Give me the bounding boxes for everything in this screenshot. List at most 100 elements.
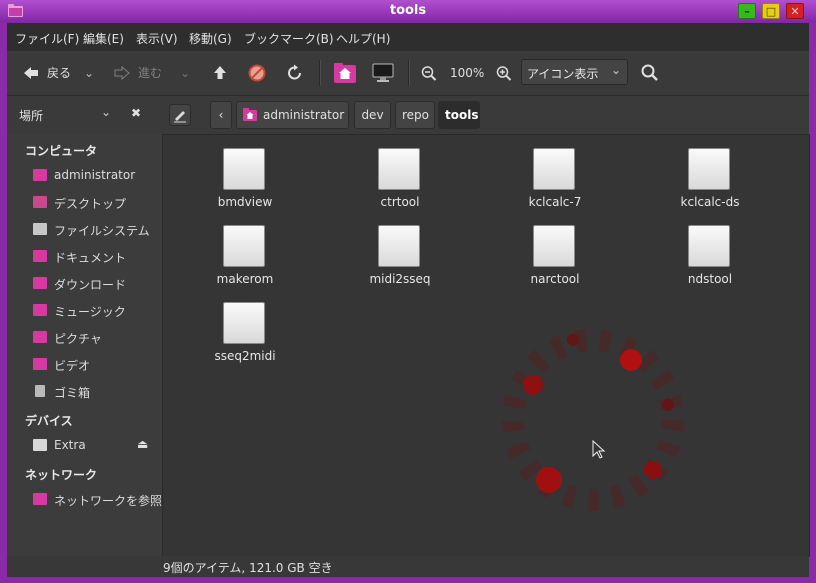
window-title: tools — [389, 3, 427, 18]
home-icon[interactable] — [333, 61, 357, 85]
toolbar-separator — [319, 60, 321, 86]
file-name: narctool — [530, 272, 580, 286]
menu-bookmarks[interactable]: ブックマーク(B) — [244, 30, 334, 47]
sidebar-item-label: デスクトップ — [54, 197, 127, 211]
executable-file-icon — [533, 148, 575, 190]
executable-file-icon — [378, 148, 420, 190]
sidebar-item-label: ダウンロード — [54, 278, 127, 292]
section-network: ネットワーク — [25, 468, 98, 482]
view-mode-select[interactable]: アイコン表示 ⌄ — [521, 59, 628, 85]
sidebar-item-label: ネットワークを参照 — [54, 494, 163, 508]
executable-file-icon — [533, 225, 575, 267]
file-name: sseq2midi — [214, 349, 276, 363]
sidebar-mode-label[interactable]: 場所 — [19, 107, 43, 124]
drive-icon — [33, 439, 47, 451]
chevron-down-icon: ⌄ — [610, 63, 621, 77]
close-button[interactable]: ✕ — [786, 3, 804, 19]
menu-help[interactable]: ヘルプ(H) — [336, 30, 390, 47]
file-name: midi2sseq — [369, 272, 431, 286]
downloads-folder-icon — [33, 277, 47, 289]
zoom-in-icon[interactable] — [496, 63, 512, 83]
crumb-dev[interactable]: dev — [354, 101, 391, 129]
titlebar[interactable]: tools – □ ✕ — [0, 0, 816, 23]
up-arrow-icon[interactable] — [212, 63, 228, 83]
back-arrow-icon — [24, 67, 38, 79]
sidebar-item-label: ピクチャ — [54, 332, 102, 346]
file-item[interactable]: makerom — [183, 225, 303, 297]
menu-go[interactable]: 移動(G) — [189, 30, 232, 47]
file-item[interactable]: ndstool — [648, 225, 768, 297]
eject-icon[interactable]: ⏏ — [137, 437, 148, 451]
sidebar-item-label: ドキュメント — [54, 251, 127, 265]
view-mode-value: アイコン表示 — [527, 67, 599, 81]
window-body: ファイル(F) 編集(E) 表示(V) 移動(G) ブックマーク(B) ヘルプ(… — [7, 23, 810, 577]
computer-icon[interactable] — [371, 61, 395, 85]
crumb-label: repo — [402, 108, 430, 122]
file-item[interactable]: kclcalc-7 — [493, 148, 613, 220]
search-icon[interactable] — [640, 63, 660, 83]
file-item[interactable]: kclcalc-ds — [648, 148, 768, 220]
executable-file-icon — [223, 302, 265, 344]
desktop-icon — [33, 196, 47, 208]
sidebar-item-label: ゴミ箱 — [54, 386, 91, 400]
crumb-repo[interactable]: repo — [395, 101, 435, 129]
forward-arrow-icon — [114, 66, 130, 80]
back-dropdown-icon[interactable]: ⌄ — [84, 63, 94, 83]
home-folder-icon — [243, 108, 257, 121]
sidebar-item-label: ミュージック — [54, 305, 126, 319]
menu-view[interactable]: 表示(V) — [136, 30, 178, 47]
edit-location-icon[interactable] — [169, 104, 191, 126]
file-item[interactable]: midi2sseq — [338, 225, 458, 297]
file-item[interactable]: ctrtool — [338, 148, 458, 220]
file-item[interactable]: bmdview — [183, 148, 303, 220]
section-devices: デバイス — [25, 414, 73, 428]
filesystem-icon — [33, 223, 47, 235]
menubar: ファイル(F) 編集(E) 表示(V) 移動(G) ブックマーク(B) ヘルプ(… — [7, 23, 809, 51]
file-name: ndstool — [687, 272, 733, 286]
sidebar-item-label: ビデオ — [54, 359, 91, 373]
executable-file-icon — [688, 225, 730, 267]
menu-edit[interactable]: 編集(E) — [83, 30, 124, 47]
file-name: ctrtool — [380, 195, 420, 209]
close-sidebar-icon[interactable]: ✖ — [131, 106, 141, 120]
executable-file-icon — [223, 148, 265, 190]
toolbar-separator — [408, 60, 410, 86]
videos-folder-icon — [33, 358, 47, 370]
zoom-level: 100% — [450, 66, 485, 80]
status-text: 9個のアイテム, 121.0 GB 空き — [163, 561, 333, 575]
pathbar-left-button[interactable]: ‹ — [210, 101, 232, 129]
file-name: kclcalc-ds — [680, 195, 740, 209]
sidebar-item-label: Extra — [54, 438, 86, 452]
minimize-button[interactable]: – — [738, 3, 756, 19]
reload-icon[interactable] — [286, 63, 304, 83]
file-item[interactable]: narctool — [493, 225, 613, 297]
file-view[interactable]: bmdview ctrtool kclcalc-7 kclcalc-ds mak… — [162, 134, 810, 557]
file-name: makerom — [216, 272, 274, 286]
stop-icon[interactable] — [247, 63, 267, 83]
sidebar-item-label: administrator — [54, 168, 136, 182]
pathbar: ‹ administrator dev repo tools — [159, 96, 809, 134]
file-name: kclcalc-7 — [528, 195, 582, 209]
chevron-down-icon[interactable]: ⌄ — [101, 105, 111, 119]
sidebar-item-extra[interactable]: Extra ⏏ — [33, 437, 153, 455]
executable-file-icon — [688, 148, 730, 190]
forward-label: 進む — [138, 66, 163, 80]
forward-dropdown-icon[interactable]: ⌄ — [180, 63, 190, 83]
file-item[interactable]: sseq2midi — [183, 302, 303, 374]
executable-file-icon — [378, 225, 420, 267]
zoom-out-icon[interactable] — [421, 63, 437, 83]
forward-button[interactable]: 進む ⌄ — [114, 63, 190, 83]
crumb-label: tools — [445, 108, 479, 122]
busy-spinner-effect — [502, 329, 684, 511]
sidebar: コンピュータ administrator デスクトップ ファイルシステム ドキュ… — [7, 134, 163, 556]
pictures-folder-icon — [33, 331, 47, 343]
maximize-button[interactable]: □ — [762, 3, 780, 19]
crumb-label: administrator — [263, 108, 345, 122]
crumb-tools[interactable]: tools — [438, 101, 480, 129]
sidebar-header: 場所 ⌄ ✖ — [7, 96, 159, 134]
toolbar: 戻る ⌄ 進む ⌄ 100% アイコン表示 ⌄ — [7, 51, 809, 96]
menu-file[interactable]: ファイル(F) — [15, 30, 79, 47]
crumb-administrator[interactable]: administrator — [236, 101, 349, 129]
executable-file-icon — [223, 225, 265, 267]
back-button[interactable]: 戻る ⌄ — [23, 63, 94, 83]
